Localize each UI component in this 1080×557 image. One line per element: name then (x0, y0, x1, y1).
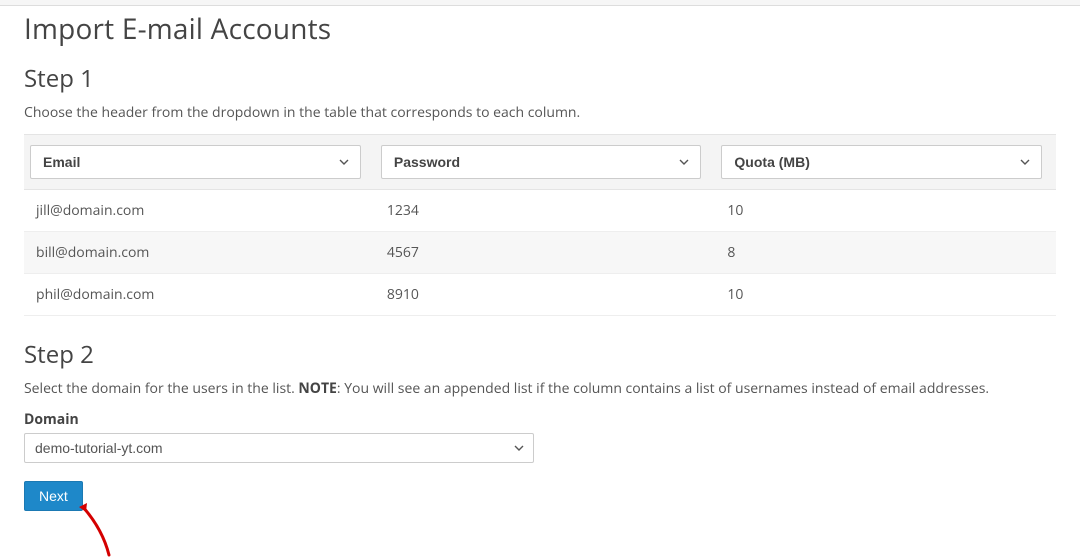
cell-email: phil@domain.com (24, 274, 375, 316)
column-select-password[interactable]: Password (381, 145, 702, 179)
table-row: jill@domain.com 1234 10 (24, 190, 1056, 232)
next-button[interactable]: Next (24, 481, 83, 511)
cell-quota: 8 (715, 232, 1056, 274)
domain-select-wrap: demo-tutorial-yt.com (24, 433, 534, 463)
table-row: phil@domain.com 8910 10 (24, 274, 1056, 316)
cell-quota: 10 (715, 274, 1056, 316)
page-title: Import E-mail Accounts (24, 10, 1056, 48)
step2-desc-note: NOTE (298, 379, 336, 398)
column-select-quota[interactable]: Quota (MB) (721, 145, 1042, 179)
domain-select[interactable]: demo-tutorial-yt.com (24, 433, 534, 463)
domain-label: Domain (24, 410, 1056, 429)
cell-password: 4567 (375, 232, 716, 274)
column-select-password-wrap: Password (381, 145, 710, 179)
step1-description: Choose the header from the dropdown in t… (24, 103, 1056, 122)
step2-desc-pre: Select the domain for the users in the l… (24, 379, 298, 398)
step2-heading: Step 2 (24, 338, 1056, 371)
cell-quota: 10 (715, 190, 1056, 232)
column-select-email-wrap: Email (30, 145, 369, 179)
step2-description: Select the domain for the users in the l… (24, 379, 1056, 398)
import-table: Email Password (24, 134, 1056, 316)
step1-heading: Step 1 (24, 62, 1056, 95)
page-container: Import E-mail Accounts Step 1 Choose the… (0, 6, 1080, 535)
step2-desc-post: : You will see an appended list if the c… (337, 379, 989, 398)
column-select-email[interactable]: Email (30, 145, 361, 179)
column-select-quota-wrap: Quota (MB) (721, 145, 1050, 179)
table-row: bill@domain.com 4567 8 (24, 232, 1056, 274)
cell-password: 8910 (375, 274, 716, 316)
column-header-row: Email Password (24, 134, 1056, 190)
cell-email: bill@domain.com (24, 232, 375, 274)
cell-password: 1234 (375, 190, 716, 232)
cell-email: jill@domain.com (24, 190, 375, 232)
